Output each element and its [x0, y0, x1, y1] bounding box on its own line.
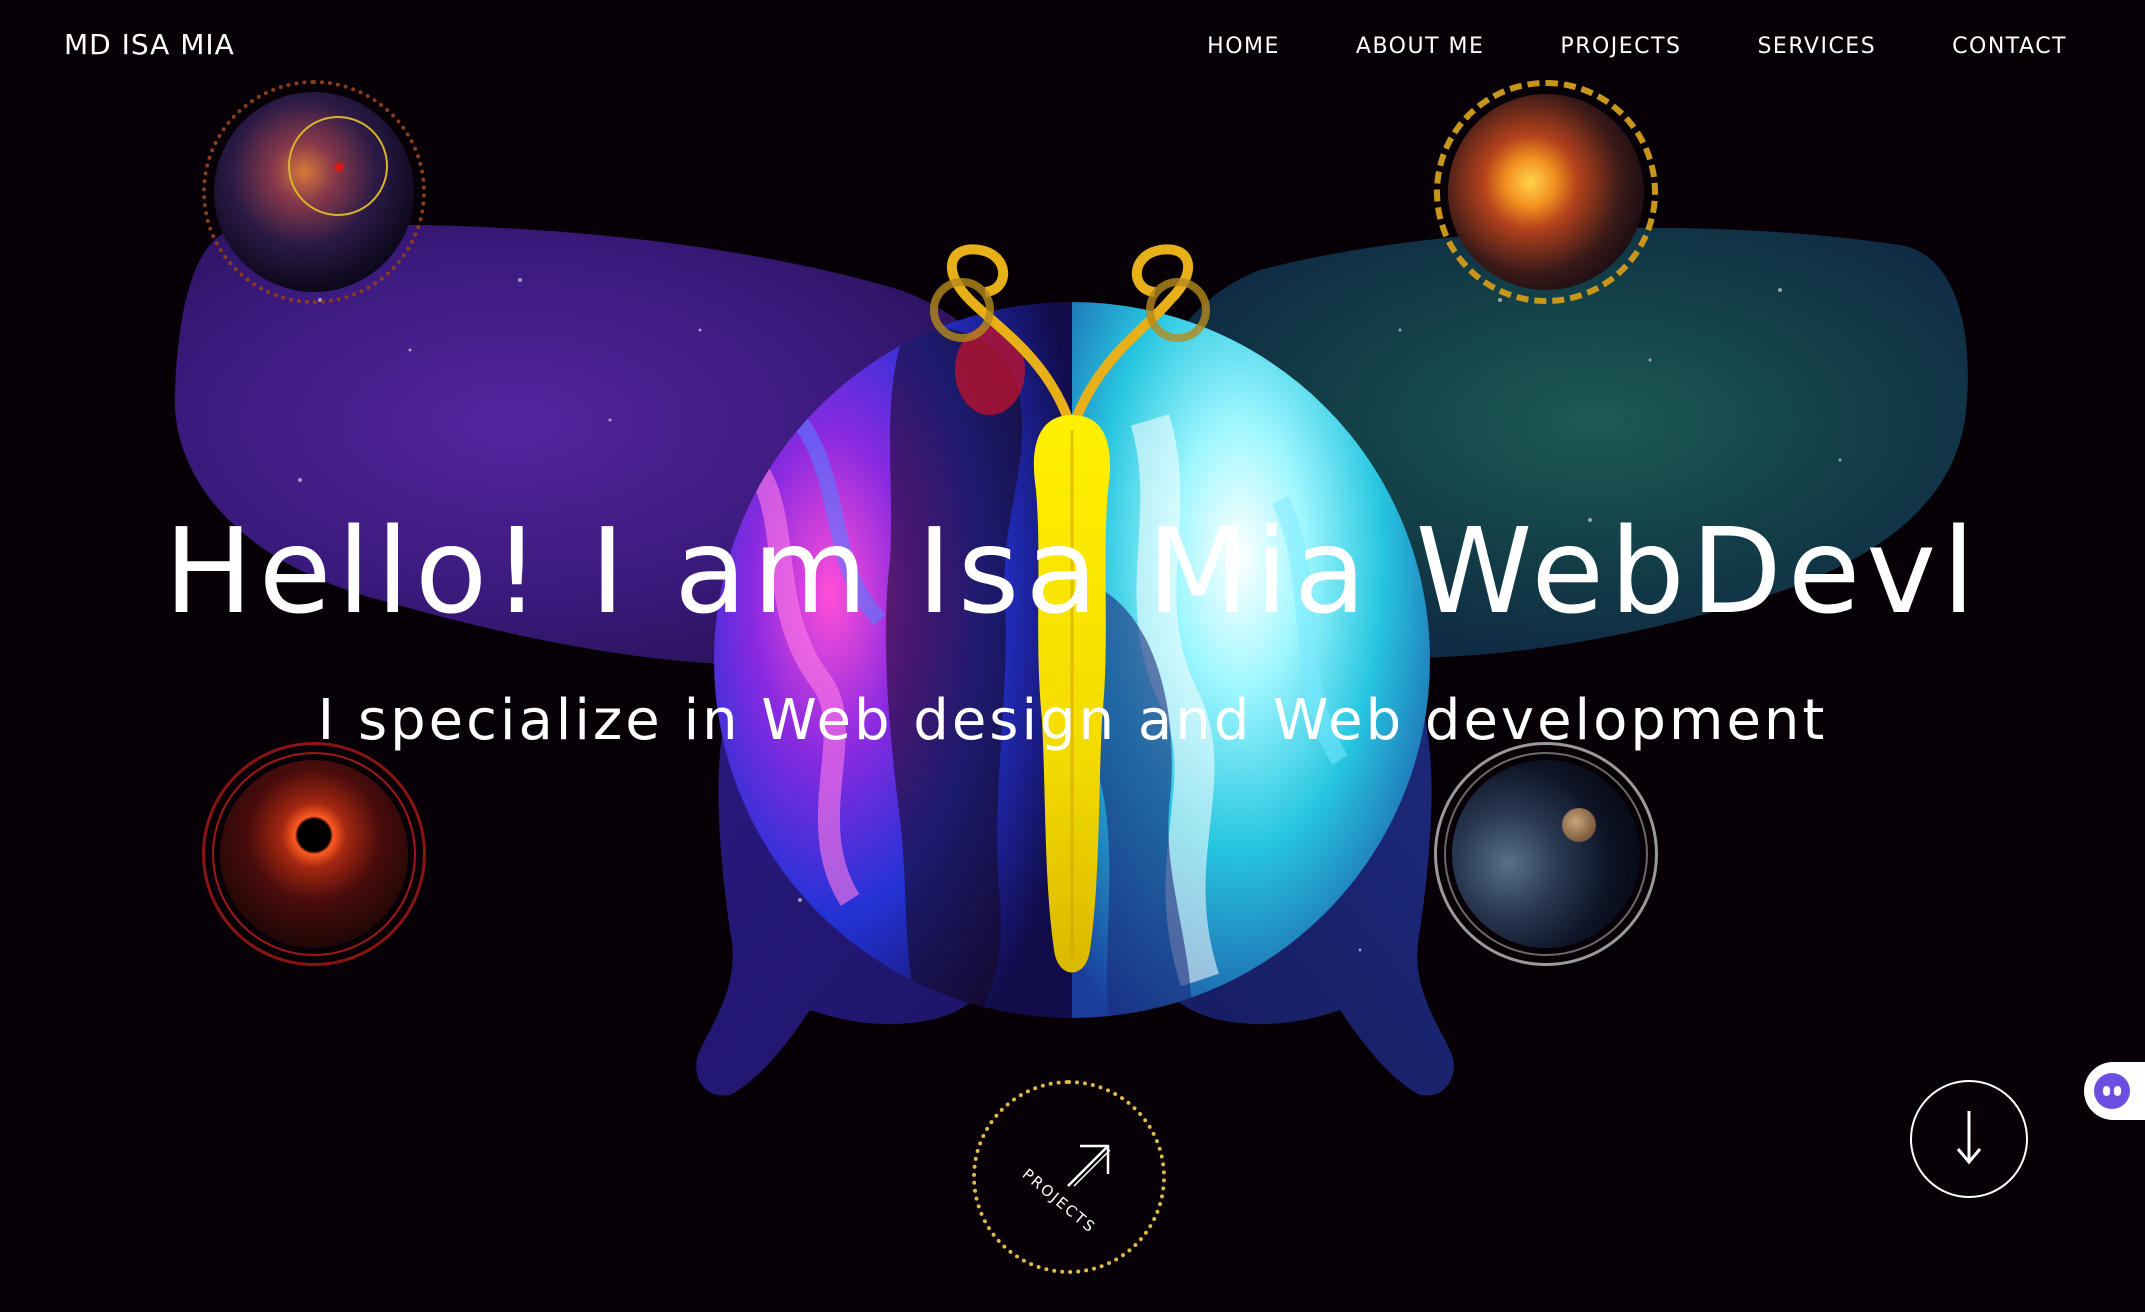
galaxy-orb-image: [214, 92, 414, 292]
nav-projects[interactable]: PROJECTS: [1560, 34, 1681, 59]
nav-about-me[interactable]: ABOUT ME: [1356, 34, 1485, 59]
hero-title: Hello! I am Isa Mia WebDevl: [164, 502, 1981, 640]
projects-badge-button[interactable]: PROJECTS: [972, 1080, 1166, 1274]
main-nav: HOME ABOUT ME PROJECTS SERVICES CONTACT: [1207, 34, 2067, 59]
site-brand[interactable]: MD ISA MIA: [64, 28, 235, 61]
arrow-up-right-icon: [1060, 1136, 1118, 1198]
scroll-down-button[interactable]: [1910, 1080, 2028, 1198]
chat-widget-button[interactable]: [2084, 1062, 2145, 1120]
planet-orb-image: [1452, 760, 1640, 948]
hero-subtitle: I specialize in Web design and Web devel…: [317, 688, 1828, 753]
arrow-down-icon: [1954, 1107, 1984, 1171]
sun-orb-image: [1448, 94, 1644, 290]
chatbot-face-icon: [2094, 1073, 2130, 1109]
nav-home[interactable]: HOME: [1207, 34, 1280, 59]
nav-services[interactable]: SERVICES: [1757, 34, 1876, 59]
nav-contact[interactable]: CONTACT: [1952, 34, 2067, 59]
hero-page: MD ISA MIA HOME ABOUT ME PROJECTS SERVIC…: [0, 0, 2145, 1312]
eclipse-orb-image: [220, 760, 408, 948]
